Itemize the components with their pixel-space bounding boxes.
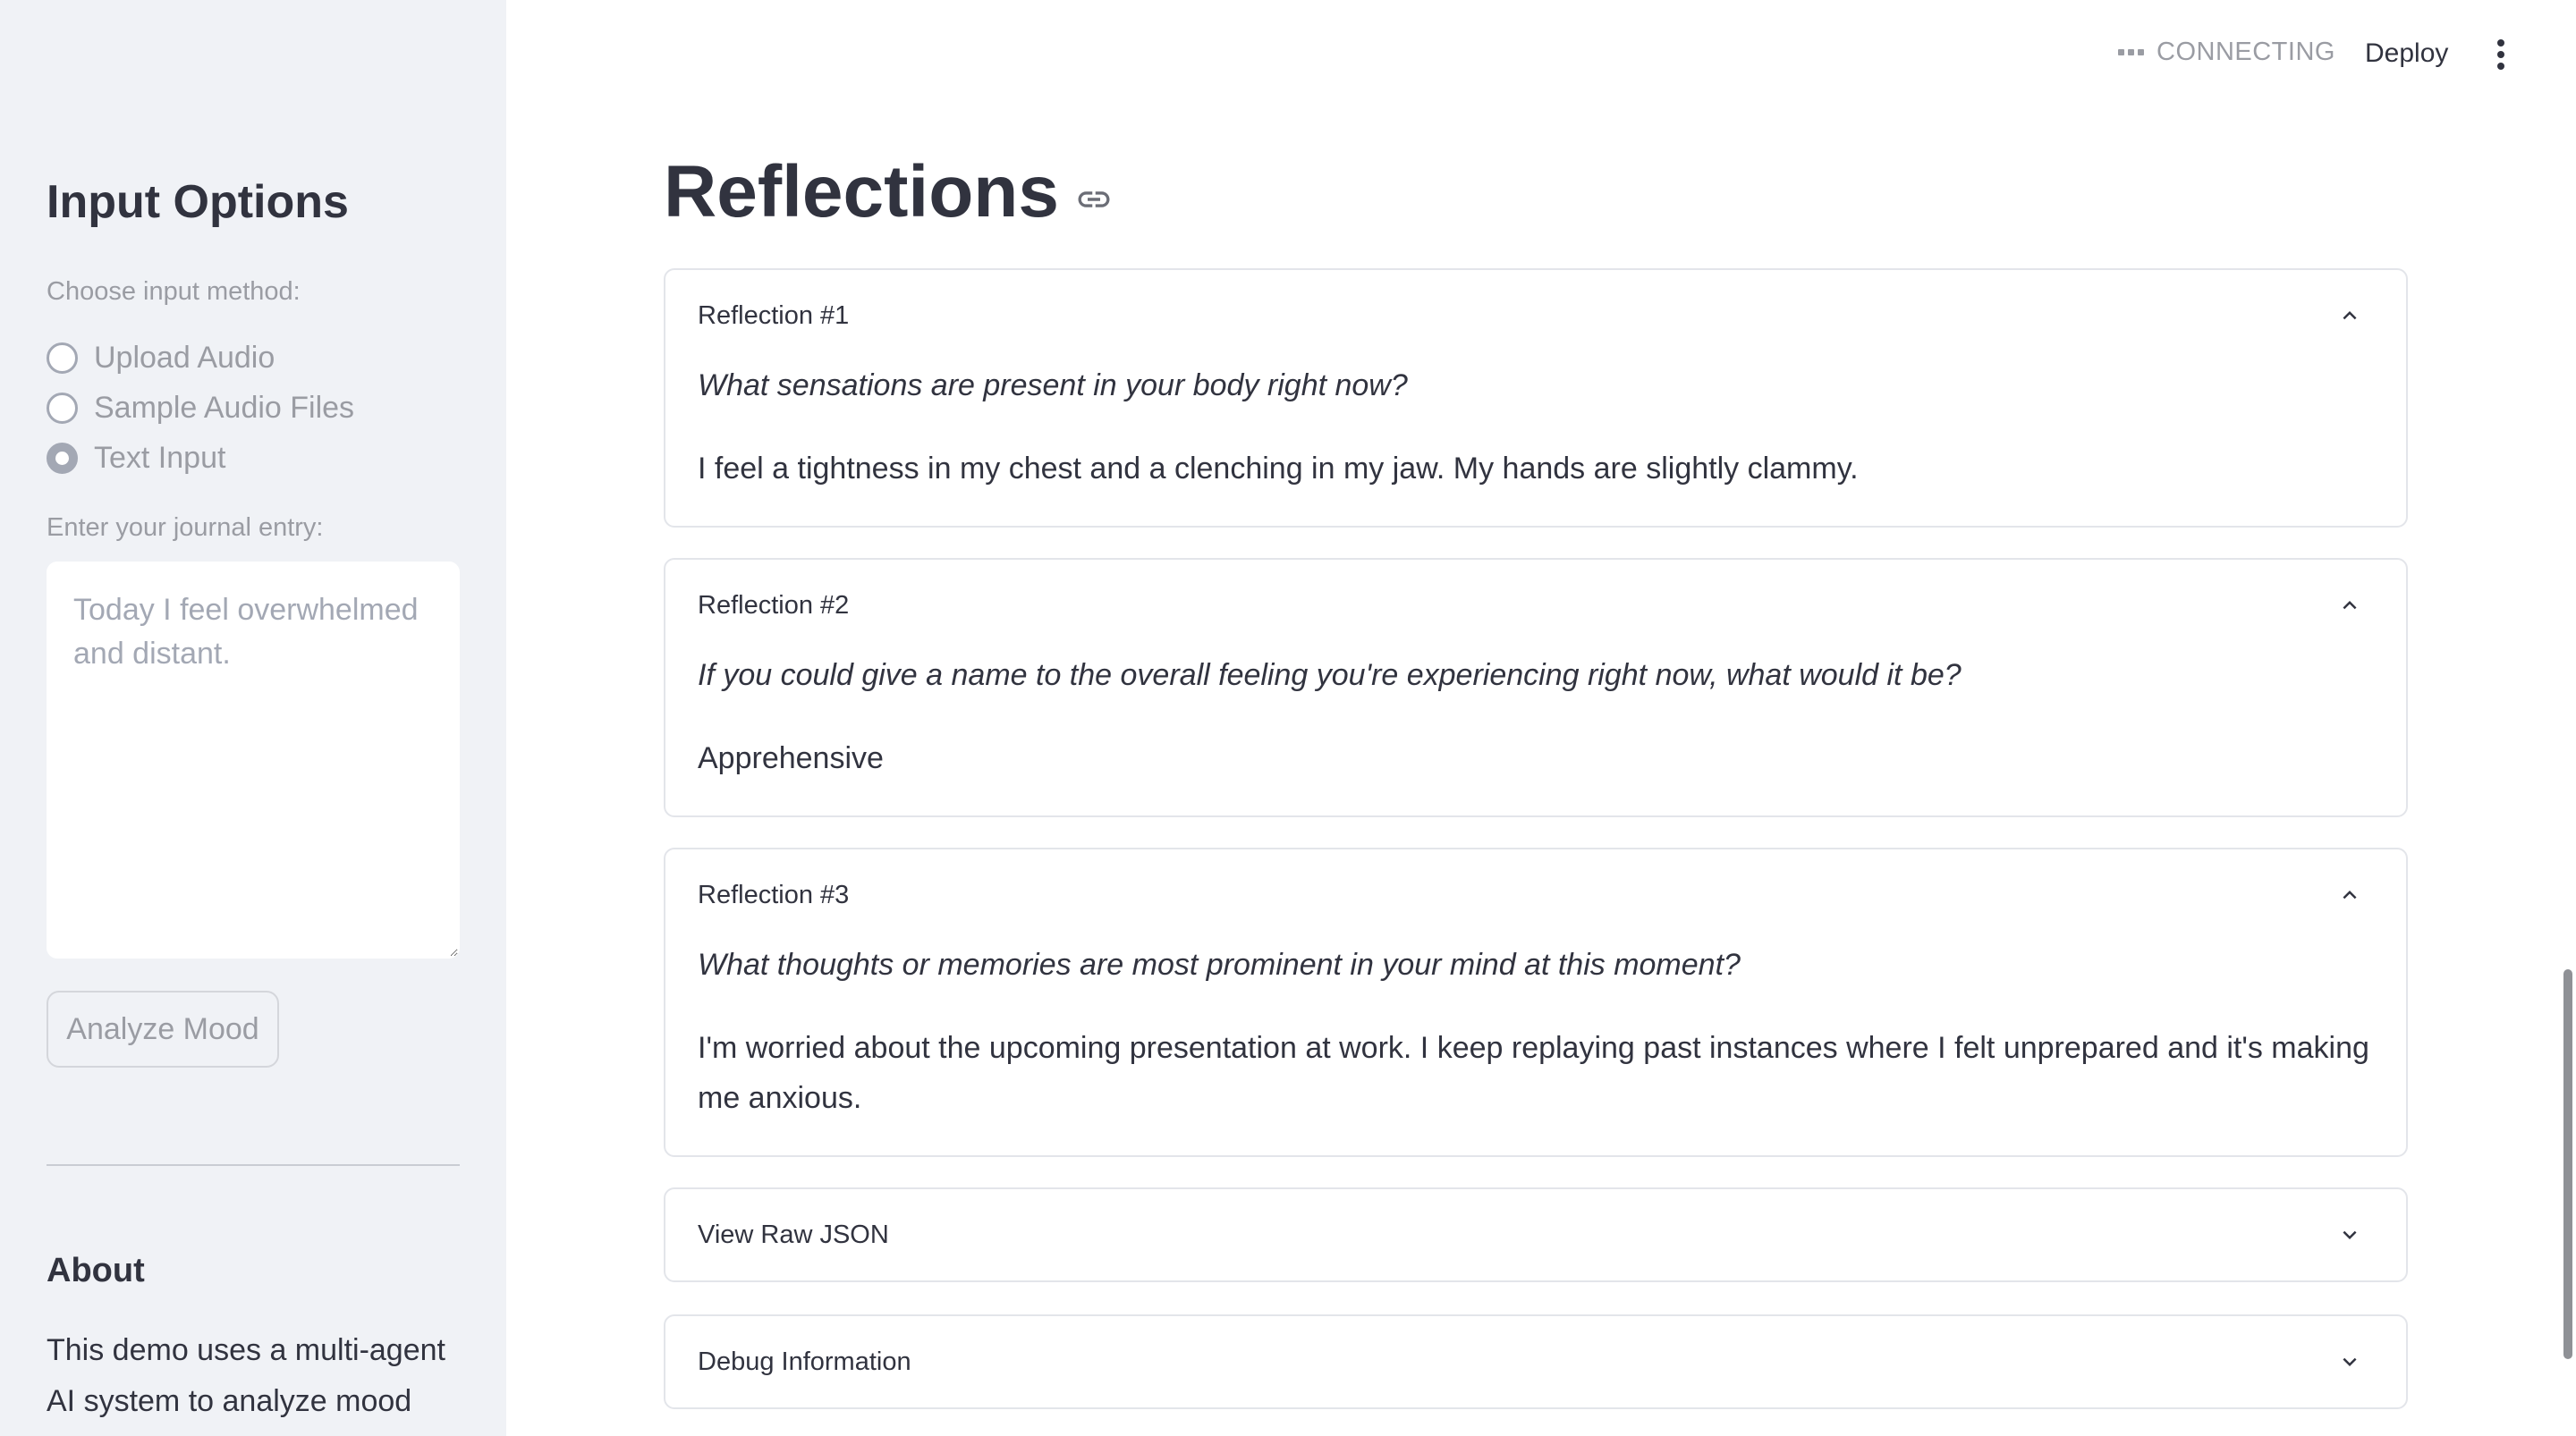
radio-sample-audio-files[interactable]: Sample Audio Files <box>47 383 354 433</box>
reflection-question: What sensations are present in your body… <box>698 368 1408 402</box>
reflection-answer: I feel a tightness in my chest and a cle… <box>698 452 1859 486</box>
expander-label: Reflection #1 <box>698 300 850 330</box>
chevron-up-icon[interactable] <box>2336 302 2363 329</box>
chevron-down-icon[interactable] <box>2336 1221 2363 1248</box>
sidebar-divider <box>47 1164 460 1166</box>
reflection-answer: I'm worried about the upcoming presentat… <box>698 1031 2369 1115</box>
expander-label: View Raw JSON <box>698 1220 889 1249</box>
radio-button-icon[interactable] <box>47 392 78 424</box>
input-method-radio-group: Upload Audio Sample Audio Files Text Inp… <box>47 333 354 483</box>
deploy-button[interactable]: Deploy <box>2349 27 2464 80</box>
status-text: CONNECTING <box>2157 38 2335 66</box>
page-title: Reflections <box>664 150 1113 234</box>
input-method-label: Choose input method: <box>47 277 301 306</box>
reflection-answer: Apprehensive <box>698 741 884 775</box>
reflection-question: What thoughts or memories are most promi… <box>698 948 1741 982</box>
chevron-up-icon[interactable] <box>2336 592 2363 619</box>
radio-upload-audio[interactable]: Upload Audio <box>47 333 354 383</box>
radio-button-icon[interactable] <box>47 342 78 374</box>
expander-header[interactable]: Reflection #1 <box>665 270 2406 361</box>
expander-header[interactable]: Reflection #3 <box>665 849 2406 941</box>
debug-information-expander: Debug Information <box>664 1314 2408 1409</box>
expander-header[interactable]: View Raw JSON <box>665 1189 2406 1280</box>
about-text: This demo uses a multi-agent AI system t… <box>47 1333 445 1418</box>
reflection-expander-2: Reflection #2 If you could give a name t… <box>664 558 2408 817</box>
kebab-menu-icon[interactable] <box>2485 32 2517 77</box>
journal-entry-label: Enter your journal entry: <box>47 513 324 542</box>
page-title-text: Reflections <box>664 151 1059 232</box>
view-raw-json-expander: View Raw JSON <box>664 1187 2408 1282</box>
radio-button-selected-icon[interactable] <box>47 442 78 474</box>
expander-label: Debug Information <box>698 1347 911 1376</box>
expander-header[interactable]: Reflection #2 <box>665 560 2406 651</box>
about-title: About <box>47 1252 145 1289</box>
radio-label: Sample Audio Files <box>94 390 355 425</box>
sidebar-title: Input Options <box>47 176 349 228</box>
link-icon[interactable] <box>1075 181 1113 218</box>
journal-entry-textarea[interactable] <box>47 562 460 959</box>
sidebar: Input Options Choose input method: Uploa… <box>0 0 506 1436</box>
scrollbar-thumb[interactable] <box>2563 969 2572 1359</box>
radio-label: Text Input <box>94 440 226 475</box>
radio-text-input[interactable]: Text Input <box>47 433 354 483</box>
chevron-up-icon[interactable] <box>2336 882 2363 908</box>
reflection-expander-1: Reflection #1 What sensations are presen… <box>664 268 2408 528</box>
reflection-expander-3: Reflection #3 What thoughts or memories … <box>664 848 2408 1157</box>
chevron-down-icon[interactable] <box>2336 1348 2363 1375</box>
analyze-mood-button[interactable]: Analyze Mood <box>47 991 279 1068</box>
expander-label: Reflection #3 <box>698 880 850 909</box>
expander-label: Reflection #2 <box>698 590 850 620</box>
expander-header[interactable]: Debug Information <box>665 1316 2406 1407</box>
radio-label: Upload Audio <box>94 340 275 375</box>
status-dots-icon <box>2118 49 2144 55</box>
connection-status: CONNECTING <box>2118 38 2335 67</box>
reflection-question: If you could give a name to the overall … <box>698 658 1962 692</box>
